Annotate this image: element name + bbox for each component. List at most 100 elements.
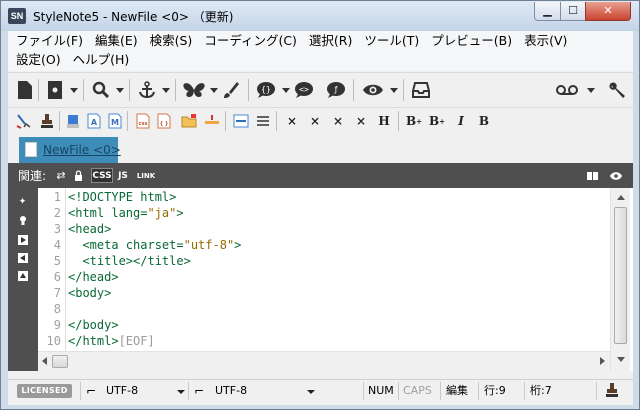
search-dropdown-arrow[interactable] [116, 88, 124, 93]
code-line: <meta charset="utf-8"> [68, 237, 241, 253]
encoding-left-dropdown-arrow[interactable] [177, 390, 185, 394]
lightbulb-icon[interactable] [17, 215, 28, 226]
code-text-area[interactable]: <!DOCTYPE html> <html lang="ja"> <head> … [68, 188, 610, 371]
encoding-left-select[interactable]: UTF-8 [106, 383, 138, 399]
vertical-scroll-thumb[interactable] [614, 207, 627, 344]
x-button-2[interactable]: × [306, 111, 324, 131]
anchor-dropdown-arrow[interactable] [162, 88, 170, 93]
comment-script-icon[interactable]: ƒ [324, 79, 348, 101]
menu-preview[interactable]: プレビュー(B) [425, 32, 518, 50]
brush-icon[interactable] [221, 79, 241, 101]
link-badge[interactable]: LINK [134, 168, 158, 183]
book-icon[interactable] [585, 168, 599, 183]
eye-icon[interactable] [608, 168, 624, 183]
code-text: </body> [68, 318, 119, 332]
scroll-right-arrow[interactable] [600, 357, 605, 365]
code-text: <head> [68, 222, 112, 236]
maximize-button[interactable]: ☐ [560, 2, 586, 21]
encoding-right-select[interactable]: UTF-8 [215, 383, 247, 399]
menu-settings[interactable]: 設定(O) [10, 51, 67, 69]
js-badge[interactable]: JS [115, 168, 131, 183]
comment-dropdown-arrow[interactable] [282, 88, 290, 93]
voicemail-dropdown-arrow[interactable] [587, 88, 595, 93]
toolbar-separator [403, 79, 404, 101]
play-right-icon[interactable] [17, 234, 28, 245]
butterfly-dropdown-arrow[interactable] [210, 88, 218, 93]
app-window: SN StyleNote5 - NewFile <0> （更新) ▁ ☐ ✕ フ… [0, 0, 640, 410]
wrench-icon[interactable] [606, 79, 628, 101]
menu-select[interactable]: 選択(R) [303, 32, 358, 50]
shuffle-icon[interactable]: ⇄ [54, 168, 68, 183]
line-break-icon[interactable] [254, 111, 272, 131]
insert-line-icon[interactable] [203, 111, 221, 131]
menu-view[interactable]: 表示(V) [518, 32, 573, 50]
folder-tag-icon[interactable] [180, 111, 198, 131]
css-file-icon[interactable]: css [134, 111, 152, 131]
css-group-icon[interactable]: { } [156, 111, 174, 131]
voicemail-icon[interactable] [554, 79, 580, 101]
font-a-icon[interactable]: A [85, 111, 103, 131]
status-separator [80, 382, 81, 400]
toolbar-separator [248, 79, 249, 101]
edit-mode-indicator[interactable]: 編集 [446, 383, 468, 399]
bold-sup-button[interactable]: B + [405, 111, 423, 131]
minimize-button[interactable]: ▁ [534, 2, 561, 21]
scroll-down-arrow[interactable] [617, 357, 625, 362]
horizontal-scrollbar[interactable] [38, 351, 610, 371]
menu-edit[interactable]: 編集(E) [89, 32, 144, 50]
window-title: StyleNote5 - NewFile <0> （更新) [33, 10, 234, 24]
check-tool-icon[interactable] [15, 111, 33, 131]
tab-newfile[interactable]: NewFile <0> [19, 137, 121, 163]
code-line: <html lang="ja"> [68, 205, 184, 221]
stamp-status-icon[interactable] [604, 382, 620, 403]
horizontal-scroll-thumb[interactable] [52, 355, 68, 368]
toolbar-separator [127, 111, 128, 131]
menu-coding[interactable]: コーディング(C) [198, 32, 303, 50]
scroll-up-arrow[interactable] [617, 195, 625, 200]
comment-icon[interactable]: {} [254, 79, 278, 101]
open-file-icon[interactable] [46, 79, 64, 101]
preview-eye-icon[interactable] [360, 79, 386, 101]
status-bar: LICENSED ⌐ UTF-8 ⌐ UTF-8 NUM CAPS 編集 行:9… [8, 379, 633, 401]
inbox-icon[interactable] [410, 79, 432, 101]
comment-code-icon[interactable]: <> [292, 79, 316, 101]
search-icon[interactable] [90, 79, 112, 101]
butterfly-icon[interactable] [182, 79, 206, 101]
open-dropdown-arrow[interactable] [70, 88, 78, 93]
vertical-scrollbar[interactable] [610, 188, 630, 371]
new-file-icon[interactable] [16, 79, 34, 101]
css-badge[interactable]: CSS [91, 168, 113, 183]
status-separator [398, 382, 399, 400]
preview-dropdown-arrow[interactable] [390, 88, 398, 93]
horizontal-rule-icon[interactable] [232, 111, 250, 131]
italic-button[interactable]: I [452, 111, 470, 131]
magic-wand-icon[interactable]: ✦ [17, 196, 28, 207]
menu-search[interactable]: 検索(S) [144, 32, 199, 50]
play-left-icon[interactable] [17, 252, 28, 263]
bold-sup2-button[interactable]: B + [428, 111, 446, 131]
close-button[interactable]: ✕ [585, 2, 631, 21]
x-button-1[interactable]: × [283, 111, 301, 131]
x-button-4[interactable]: × [352, 111, 370, 131]
lock-icon[interactable] [72, 168, 84, 183]
stamp-icon[interactable] [38, 111, 56, 131]
menu-help[interactable]: ヘルプ(H) [67, 51, 136, 69]
font-m-icon[interactable]: M [106, 111, 124, 131]
app-icon[interactable]: SN [8, 8, 26, 24]
x-button-3[interactable]: × [329, 111, 347, 131]
encoding-right-dropdown-arrow[interactable] [307, 390, 315, 394]
heading-button[interactable]: H [375, 111, 393, 131]
title-bar[interactable]: SN StyleNote5 - NewFile <0> （更新) ▁ ☐ ✕ [1, 1, 639, 31]
bold-button[interactable]: B [475, 111, 493, 131]
main-toolbar: {} <> ƒ [8, 72, 633, 104]
scroll-left-arrow[interactable] [42, 357, 47, 365]
anchor-icon[interactable] [136, 79, 158, 101]
play-up-icon[interactable] [17, 270, 28, 281]
editor-sidebar: ✦ [8, 188, 38, 371]
menu-tools[interactable]: ツール(T) [358, 32, 425, 50]
svg-text:<>: <> [299, 85, 309, 94]
code-string: "utf-8" [183, 238, 235, 252]
bucket-icon[interactable] [64, 111, 82, 131]
toolbar-separator [83, 79, 84, 101]
menu-file[interactable]: ファイル(F) [10, 32, 89, 50]
